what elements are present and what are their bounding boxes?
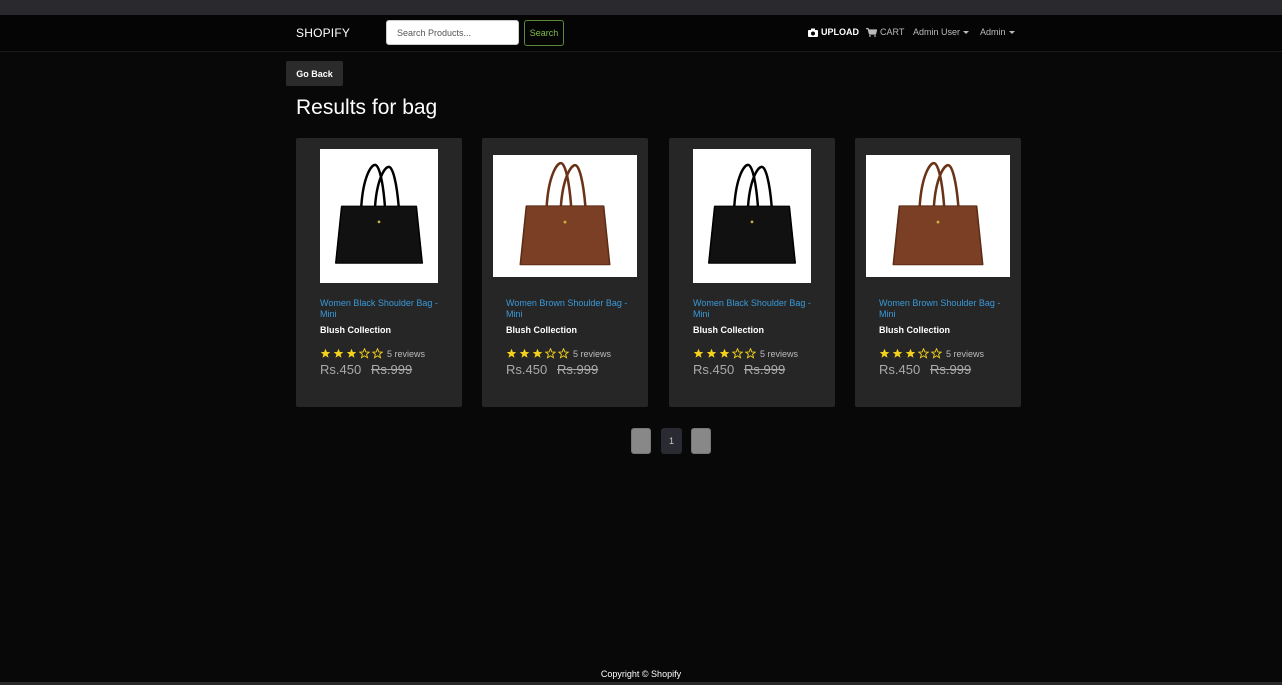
product-rating: 5 reviews (879, 348, 984, 359)
star-filled-icon (333, 348, 344, 358)
review-count: 5 reviews (573, 348, 612, 359)
page-title: Results for bag (296, 96, 438, 119)
browser-top-strip (0, 0, 1282, 15)
star-filled-icon (706, 348, 717, 358)
product-image[interactable] (693, 149, 811, 283)
star-filled-icon (693, 348, 704, 358)
brand-logo[interactable]: SHOPIFY (296, 26, 350, 40)
product-brand: Blush Collection (320, 325, 392, 335)
star-filled-icon (320, 348, 331, 358)
star-filled-icon (346, 348, 357, 358)
star-empty-icon (359, 348, 370, 359)
upload-link[interactable]: UPLOAD (808, 27, 859, 37)
product-card: Women Brown Shoulder Bag - Mini Blush Col… (482, 138, 648, 407)
cart-icon (866, 27, 877, 37)
star-filled-icon (892, 348, 903, 358)
product-price: Rs.450 (879, 362, 921, 377)
product-card: Women Brown Shoulder Bag - Mini Blush Col… (855, 138, 1021, 407)
product-rating: 5 reviews (506, 348, 611, 359)
camera-icon (808, 28, 818, 37)
star-empty-icon (931, 348, 942, 359)
cart-link[interactable]: CART (866, 27, 904, 37)
star-filled-icon (879, 348, 890, 358)
product-card: Women Black Shoulder Bag - Mini Blush Col… (296, 138, 462, 407)
product-brand: Blush Collection (693, 325, 765, 335)
chevron-down-icon (1008, 30, 1015, 34)
product-image[interactable] (866, 155, 1010, 277)
admin-label: Admin (980, 27, 1006, 37)
review-count: 5 reviews (946, 348, 985, 359)
star-filled-icon (905, 348, 916, 358)
star-empty-icon (558, 348, 569, 359)
star-filled-icon (519, 348, 530, 358)
product-price: Rs.450 (506, 362, 548, 377)
review-count: 5 reviews (387, 348, 426, 359)
star-empty-icon (918, 348, 929, 359)
star-empty-icon (545, 348, 556, 359)
review-count: 5 reviews (760, 348, 799, 359)
product-image[interactable] (493, 155, 637, 277)
star-filled-icon (719, 348, 730, 358)
pagination-page[interactable]: 1 (661, 428, 682, 454)
pagination-prev[interactable] (631, 428, 651, 454)
star-empty-icon (732, 348, 743, 359)
search-input[interactable] (386, 20, 519, 45)
navbar: SHOPIFY Search UPLOAD CART Admin User Ad… (0, 15, 1282, 52)
star-empty-icon (372, 348, 383, 359)
product-old-price: Rs.999 (371, 362, 413, 377)
cart-label: CART (880, 27, 905, 37)
product-rating: 5 reviews (320, 348, 425, 359)
product-price: Rs.450 (320, 362, 362, 377)
product-name-link[interactable]: Women Black Shoulder Bag - Mini (320, 298, 450, 320)
user-label: Admin User (913, 27, 961, 37)
go-back-button[interactable]: Go Back (286, 61, 343, 86)
product-old-price: Rs.999 (930, 362, 972, 377)
product-price: Rs.450 (693, 362, 735, 377)
product-name-link[interactable]: Women Black Shoulder Bag - Mini (693, 298, 823, 320)
product-card: Women Black Shoulder Bag - Mini Blush Col… (669, 138, 835, 407)
footer-copyright: Copyright © Shopify (600, 669, 682, 679)
pagination-next[interactable] (691, 428, 711, 454)
chevron-down-icon (963, 30, 970, 34)
product-image[interactable] (320, 149, 438, 283)
star-empty-icon (745, 348, 756, 359)
product-old-price: Rs.999 (744, 362, 786, 377)
search-button[interactable]: Search (524, 20, 564, 46)
user-dropdown[interactable]: Admin User (913, 27, 970, 37)
admin-dropdown[interactable]: Admin (980, 27, 1015, 37)
product-name-link[interactable]: Women Brown Shoulder Bag - Mini (506, 298, 636, 320)
product-brand: Blush Collection (506, 325, 578, 335)
upload-label: UPLOAD (821, 27, 859, 37)
product-old-price: Rs.999 (557, 362, 599, 377)
product-name-link[interactable]: Women Brown Shoulder Bag - Mini (879, 298, 1009, 320)
star-filled-icon (532, 348, 543, 358)
product-brand: Blush Collection (879, 325, 951, 335)
product-rating: 5 reviews (693, 348, 798, 359)
star-filled-icon (506, 348, 517, 358)
